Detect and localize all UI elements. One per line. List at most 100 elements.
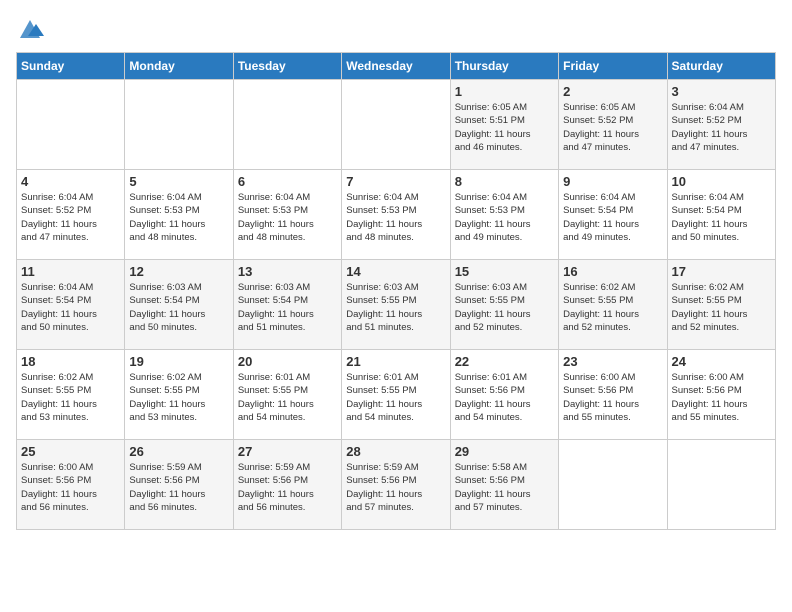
day-info: Sunrise: 6:04 AM Sunset: 5:54 PM Dayligh…	[563, 191, 662, 244]
header-friday: Friday	[559, 53, 667, 80]
day-cell: 20Sunrise: 6:01 AM Sunset: 5:55 PM Dayli…	[233, 350, 341, 440]
day-number: 21	[346, 354, 445, 369]
header-wednesday: Wednesday	[342, 53, 450, 80]
day-cell: 4 Sunrise: 6:04 AM Sunset: 5:52 PM Daylig…	[17, 170, 125, 260]
day-number: 13	[238, 264, 337, 279]
day-number: 1	[455, 84, 554, 99]
day-cell: 1 Sunrise: 6:05 AM Sunset: 5:51 PM Daylig…	[450, 80, 558, 170]
day-info: Sunrise: 6:04 AM Sunset: 5:53 PM Dayligh…	[129, 191, 228, 244]
day-cell: 7 Sunrise: 6:04 AM Sunset: 5:53 PM Daylig…	[342, 170, 450, 260]
day-info: Sunrise: 6:05 AM Sunset: 5:52 PM Dayligh…	[563, 101, 662, 154]
day-info: Sunrise: 6:02 AM Sunset: 5:55 PM Dayligh…	[672, 281, 771, 334]
day-number: 7	[346, 174, 445, 189]
day-info: Sunrise: 6:04 AM Sunset: 5:52 PM Dayligh…	[21, 191, 120, 244]
day-number: 9	[563, 174, 662, 189]
day-cell: 14 Sunrise: 6:03 AM Sunset: 5:55 PM Dayli…	[342, 260, 450, 350]
day-cell: 10 Sunrise: 6:04 AM Sunset: 5:54 PM Dayli…	[667, 170, 775, 260]
day-number: 8	[455, 174, 554, 189]
header-monday: Monday	[125, 53, 233, 80]
day-info: Sunrise: 6:03 AM Sunset: 5:54 PM Dayligh…	[238, 281, 337, 334]
day-info: Sunrise: 6:02 AM Sunset: 5:55 PM Dayligh…	[21, 371, 120, 424]
day-info: Sunrise: 6:04 AM Sunset: 5:53 PM Dayligh…	[346, 191, 445, 244]
day-cell: 27Sunrise: 5:59 AM Sunset: 5:56 PM Dayli…	[233, 440, 341, 530]
day-cell	[17, 80, 125, 170]
day-cell: 11 Sunrise: 6:04 AM Sunset: 5:54 PM Dayli…	[17, 260, 125, 350]
day-cell: 12Sunrise: 6:03 AM Sunset: 5:54 PM Dayli…	[125, 260, 233, 350]
day-number: 17	[672, 264, 771, 279]
day-info: Sunrise: 6:04 AM Sunset: 5:54 PM Dayligh…	[672, 191, 771, 244]
day-cell: 6 Sunrise: 6:04 AM Sunset: 5:53 PM Daylig…	[233, 170, 341, 260]
day-cell: 25 Sunrise: 6:00 AM Sunset: 5:56 PM Dayli…	[17, 440, 125, 530]
day-info: Sunrise: 6:03 AM Sunset: 5:54 PM Dayligh…	[129, 281, 228, 334]
week-row-3: 11 Sunrise: 6:04 AM Sunset: 5:54 PM Dayli…	[17, 260, 776, 350]
day-info: Sunrise: 6:00 AM Sunset: 5:56 PM Dayligh…	[21, 461, 120, 514]
day-cell: 21 Sunrise: 6:01 AM Sunset: 5:55 PM Dayli…	[342, 350, 450, 440]
week-row-1: 1 Sunrise: 6:05 AM Sunset: 5:51 PM Daylig…	[17, 80, 776, 170]
header-sunday: Sunday	[17, 53, 125, 80]
day-info: Sunrise: 6:01 AM Sunset: 5:55 PM Dayligh…	[346, 371, 445, 424]
day-cell: 5 Sunrise: 6:04 AM Sunset: 5:53 PM Daylig…	[125, 170, 233, 260]
calendar-table: SundayMondayTuesdayWednesdayThursdayFrid…	[16, 52, 776, 530]
day-info: Sunrise: 6:04 AM Sunset: 5:53 PM Dayligh…	[455, 191, 554, 244]
day-number: 14	[346, 264, 445, 279]
day-cell: 22Sunrise: 6:01 AM Sunset: 5:56 PM Dayli…	[450, 350, 558, 440]
week-row-5: 25 Sunrise: 6:00 AM Sunset: 5:56 PM Dayli…	[17, 440, 776, 530]
day-info: Sunrise: 6:04 AM Sunset: 5:54 PM Dayligh…	[21, 281, 120, 334]
day-number: 26	[129, 444, 228, 459]
week-row-2: 4 Sunrise: 6:04 AM Sunset: 5:52 PM Daylig…	[17, 170, 776, 260]
page-header	[16, 16, 776, 44]
day-number: 5	[129, 174, 228, 189]
day-number: 11	[21, 264, 120, 279]
day-info: Sunrise: 5:59 AM Sunset: 5:56 PM Dayligh…	[238, 461, 337, 514]
day-number: 3	[672, 84, 771, 99]
day-number: 24	[672, 354, 771, 369]
day-info: Sunrise: 6:03 AM Sunset: 5:55 PM Dayligh…	[346, 281, 445, 334]
day-cell: 9 Sunrise: 6:04 AM Sunset: 5:54 PM Daylig…	[559, 170, 667, 260]
header-saturday: Saturday	[667, 53, 775, 80]
day-number: 15	[455, 264, 554, 279]
day-cell: 8 Sunrise: 6:04 AM Sunset: 5:53 PM Daylig…	[450, 170, 558, 260]
day-cell: 23 Sunrise: 6:00 AM Sunset: 5:56 PM Dayli…	[559, 350, 667, 440]
day-info: Sunrise: 6:03 AM Sunset: 5:55 PM Dayligh…	[455, 281, 554, 334]
day-info: Sunrise: 6:00 AM Sunset: 5:56 PM Dayligh…	[563, 371, 662, 424]
day-cell: 18 Sunrise: 6:02 AM Sunset: 5:55 PM Dayli…	[17, 350, 125, 440]
day-cell	[667, 440, 775, 530]
day-cell: 19 Sunrise: 6:02 AM Sunset: 5:55 PM Dayli…	[125, 350, 233, 440]
day-cell	[559, 440, 667, 530]
day-info: Sunrise: 5:59 AM Sunset: 5:56 PM Dayligh…	[346, 461, 445, 514]
day-number: 19	[129, 354, 228, 369]
day-number: 4	[21, 174, 120, 189]
day-number: 23	[563, 354, 662, 369]
day-number: 18	[21, 354, 120, 369]
day-info: Sunrise: 6:05 AM Sunset: 5:51 PM Dayligh…	[455, 101, 554, 154]
day-number: 10	[672, 174, 771, 189]
day-number: 6	[238, 174, 337, 189]
logo	[16, 16, 48, 44]
day-cell: 17 Sunrise: 6:02 AM Sunset: 5:55 PM Dayli…	[667, 260, 775, 350]
day-info: Sunrise: 6:04 AM Sunset: 5:53 PM Dayligh…	[238, 191, 337, 244]
day-cell: 15 Sunrise: 6:03 AM Sunset: 5:55 PM Dayli…	[450, 260, 558, 350]
day-number: 16	[563, 264, 662, 279]
day-info: Sunrise: 6:02 AM Sunset: 5:55 PM Dayligh…	[129, 371, 228, 424]
day-info: Sunrise: 6:01 AM Sunset: 5:55 PM Dayligh…	[238, 371, 337, 424]
day-cell: 24 Sunrise: 6:00 AM Sunset: 5:56 PM Dayli…	[667, 350, 775, 440]
day-cell: 2 Sunrise: 6:05 AM Sunset: 5:52 PM Daylig…	[559, 80, 667, 170]
day-number: 2	[563, 84, 662, 99]
day-cell: 16Sunrise: 6:02 AM Sunset: 5:55 PM Dayli…	[559, 260, 667, 350]
day-info: Sunrise: 6:04 AM Sunset: 5:52 PM Dayligh…	[672, 101, 771, 154]
day-cell	[342, 80, 450, 170]
header-tuesday: Tuesday	[233, 53, 341, 80]
day-info: Sunrise: 6:00 AM Sunset: 5:56 PM Dayligh…	[672, 371, 771, 424]
week-row-4: 18 Sunrise: 6:02 AM Sunset: 5:55 PM Dayli…	[17, 350, 776, 440]
day-cell: 3 Sunrise: 6:04 AM Sunset: 5:52 PM Daylig…	[667, 80, 775, 170]
header-row: SundayMondayTuesdayWednesdayThursdayFrid…	[17, 53, 776, 80]
day-cell: 29Sunrise: 5:58 AM Sunset: 5:56 PM Dayli…	[450, 440, 558, 530]
day-number: 29	[455, 444, 554, 459]
day-number: 22	[455, 354, 554, 369]
day-number: 25	[21, 444, 120, 459]
day-number: 28	[346, 444, 445, 459]
day-info: Sunrise: 5:59 AM Sunset: 5:56 PM Dayligh…	[129, 461, 228, 514]
logo-icon	[16, 16, 44, 44]
day-cell	[233, 80, 341, 170]
day-cell: 26 Sunrise: 5:59 AM Sunset: 5:56 PM Dayli…	[125, 440, 233, 530]
